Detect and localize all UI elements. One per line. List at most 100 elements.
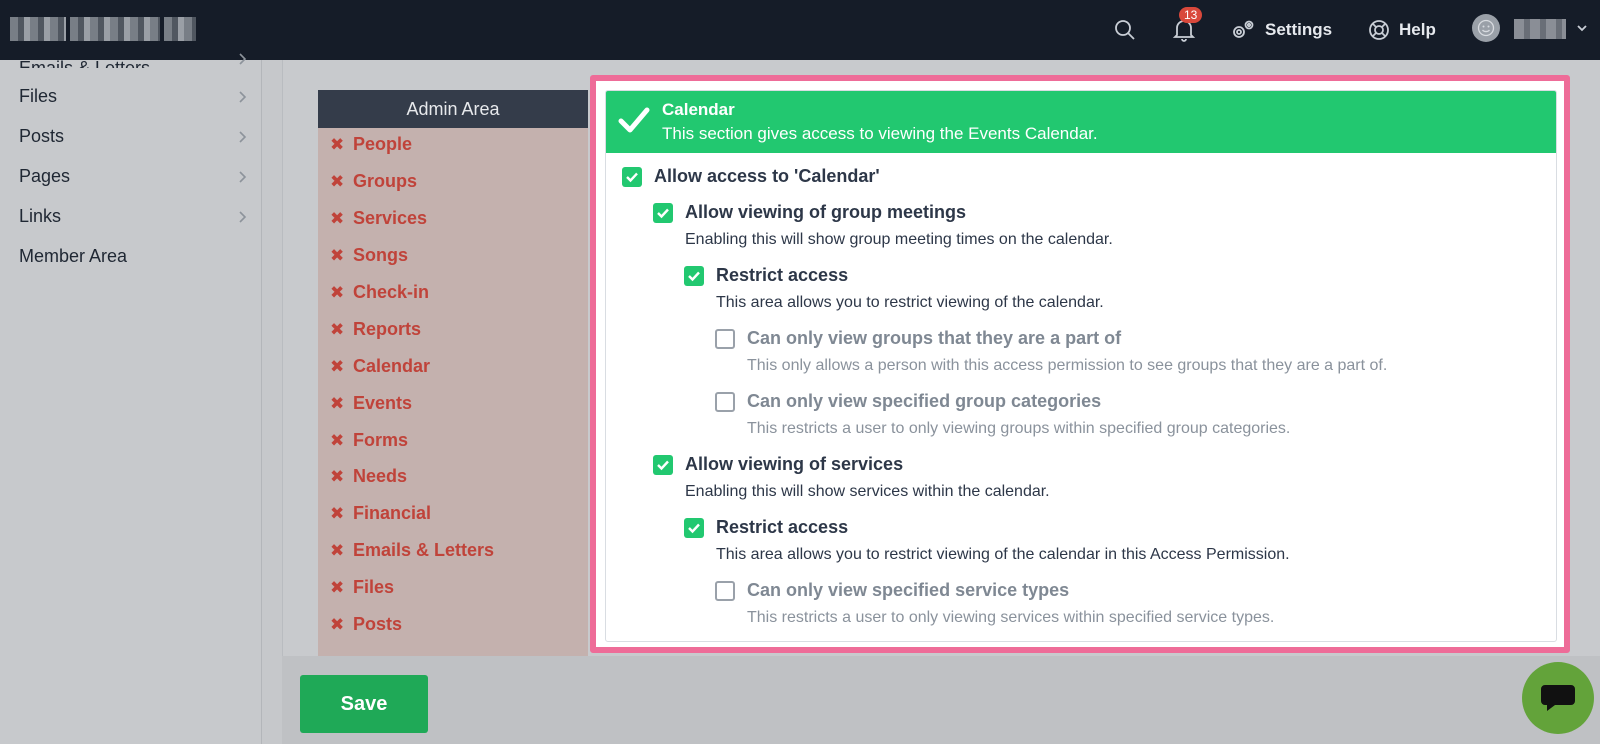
permission-description: Enabling this will show group meeting ti…	[685, 231, 1113, 248]
permission-restrict-access-groups[interactable]: Restrict access	[684, 265, 848, 286]
admin-item-check-in[interactable]: ✖ Check-in	[330, 282, 429, 303]
permission-label: Allow access to 'Calendar'	[654, 166, 880, 186]
permission-description: This restricts a user to only viewing gr…	[747, 420, 1291, 437]
search-button[interactable]	[1113, 0, 1137, 60]
permission-service-types[interactable]: Can only view specified service types	[715, 580, 1069, 601]
checkbox-unchecked[interactable]	[715, 391, 735, 412]
permission-label: Can only view specified group categories	[747, 391, 1102, 411]
admin-item-financial[interactable]: ✖ Financial	[330, 503, 431, 524]
admin-item-label: Posts	[353, 614, 403, 634]
permission-description: This area allows you to restrict viewing…	[716, 294, 1104, 311]
admin-item-events[interactable]: ✖ Events	[330, 393, 412, 414]
settings-label: Settings	[1265, 20, 1333, 39]
admin-area-panel: Admin Area ✖ People ✖ Groups ✖ Services ✖ So…	[318, 90, 588, 656]
admin-item-label: Songs	[353, 245, 409, 265]
permission-group-categories[interactable]: Can only view specified group categories	[715, 391, 1101, 412]
settings-button[interactable]: Settings	[1230, 0, 1332, 60]
chat-widget-button[interactable]	[1522, 662, 1594, 734]
x-icon: ✖	[330, 134, 345, 154]
checkbox-unchecked[interactable]	[715, 580, 735, 601]
smiley-icon	[1477, 19, 1495, 37]
permission-restrict-access-services[interactable]: Restrict access	[684, 517, 848, 538]
admin-item-files[interactable]: ✖ Files	[330, 577, 394, 598]
permission-label: Restrict access	[716, 265, 849, 285]
permission-label: Can only view groups that they are a par…	[747, 328, 1122, 348]
x-icon: ✖	[330, 466, 345, 486]
admin-item-label: People	[353, 134, 413, 154]
chevron-right-icon	[239, 91, 247, 103]
checkbox-checked[interactable]	[684, 517, 704, 538]
permission-own-groups-only[interactable]: Can only view groups that they are a par…	[715, 328, 1121, 349]
admin-item-label: Emails & Letters	[353, 540, 495, 560]
admin-item-label: Services	[353, 208, 428, 228]
admin-item-people[interactable]: ✖ People	[330, 134, 412, 155]
permission-description: Enabling this will show services within …	[685, 483, 1050, 500]
admin-area-title: Admin Area	[318, 90, 588, 128]
gears-icon	[1233, 20, 1254, 38]
x-icon: ✖	[330, 208, 345, 228]
sidebar-item-pages[interactable]: Pages	[19, 166, 70, 187]
permission-label: Restrict access	[716, 517, 849, 537]
permission-allow-access-calendar[interactable]: Allow access to 'Calendar'	[622, 166, 880, 187]
check-icon	[688, 271, 700, 281]
admin-item-label: Forms	[353, 430, 409, 450]
admin-item-emails-letters[interactable]: ✖ Emails & Letters	[330, 540, 494, 561]
permission-description: This only allows a person with this acce…	[747, 357, 1388, 374]
x-icon: ✖	[330, 503, 345, 523]
x-icon: ✖	[330, 393, 345, 413]
user-avatar[interactable]	[1472, 14, 1500, 42]
chevron-down-icon[interactable]	[1576, 22, 1588, 34]
admin-item-calendar[interactable]: ✖ Calendar	[330, 356, 430, 377]
admin-item-forms[interactable]: ✖ Forms	[330, 430, 408, 451]
permission-label: Allow viewing of services	[685, 454, 904, 474]
check-icon	[688, 523, 700, 533]
section-header[interactable]: Calendar This section gives access to vi…	[606, 91, 1556, 153]
admin-item-groups[interactable]: ✖ Groups	[330, 171, 417, 192]
check-icon	[657, 208, 669, 218]
checkbox-checked[interactable]	[684, 265, 704, 286]
x-icon: ✖	[330, 245, 345, 265]
check-icon	[626, 172, 638, 182]
notification-count-badge: 13	[1179, 7, 1203, 23]
permission-description: This restricts a user to only viewing se…	[747, 609, 1275, 626]
admin-item-reports[interactable]: ✖ Reports	[330, 319, 421, 340]
x-icon: ✖	[330, 356, 345, 376]
checkbox-checked[interactable]	[653, 454, 673, 475]
permission-group-meetings[interactable]: Allow viewing of group meetings	[653, 202, 966, 223]
admin-item-posts[interactable]: ✖ Posts	[330, 614, 402, 635]
section-description: This section gives access to viewing the…	[662, 124, 1098, 143]
admin-item-label: Check-in	[353, 282, 430, 302]
admin-item-label: Calendar	[353, 356, 431, 376]
checkbox-checked[interactable]	[622, 166, 642, 187]
admin-item-needs[interactable]: ✖ Needs	[330, 466, 407, 487]
checkmark-icon	[618, 107, 650, 133]
permission-description: This area allows you to restrict viewing…	[716, 546, 1290, 563]
admin-item-services[interactable]: ✖ Services	[330, 208, 427, 229]
user-name-blurred[interactable]	[1514, 19, 1566, 39]
calendar-permissions-card: Calendar This section gives access to vi…	[605, 90, 1557, 642]
admin-item-label: Groups	[353, 171, 418, 191]
admin-item-label: Files	[353, 577, 395, 597]
checkbox-checked[interactable]	[653, 202, 673, 223]
x-icon: ✖	[330, 319, 345, 339]
chevron-right-icon	[239, 53, 247, 65]
help-button[interactable]: Help	[1368, 0, 1436, 60]
permission-services[interactable]: Allow viewing of services	[653, 454, 903, 475]
admin-item-songs[interactable]: ✖ Songs	[330, 245, 408, 266]
x-icon: ✖	[330, 577, 345, 597]
check-icon	[657, 460, 669, 470]
sidebar-item-links[interactable]: Links	[19, 206, 61, 227]
app-logo[interactable]	[10, 17, 196, 41]
save-button[interactable]: Save	[300, 675, 428, 733]
lifebuoy-icon	[1369, 20, 1389, 40]
sidebar-item-files[interactable]: Files	[19, 86, 57, 107]
permission-label: Allow viewing of group meetings	[685, 202, 967, 222]
sidebar-item-member-area[interactable]: Member Area	[19, 246, 127, 267]
sidebar-item-posts[interactable]: Posts	[19, 126, 64, 147]
footer-bar	[282, 656, 1600, 744]
admin-item-label: Events	[353, 393, 413, 413]
x-icon: ✖	[330, 171, 345, 191]
admin-item-label: Reports	[353, 319, 422, 339]
checkbox-unchecked[interactable]	[715, 328, 735, 349]
sidebar-item-emails-letters[interactable]: Emails & Letters	[19, 48, 150, 68]
